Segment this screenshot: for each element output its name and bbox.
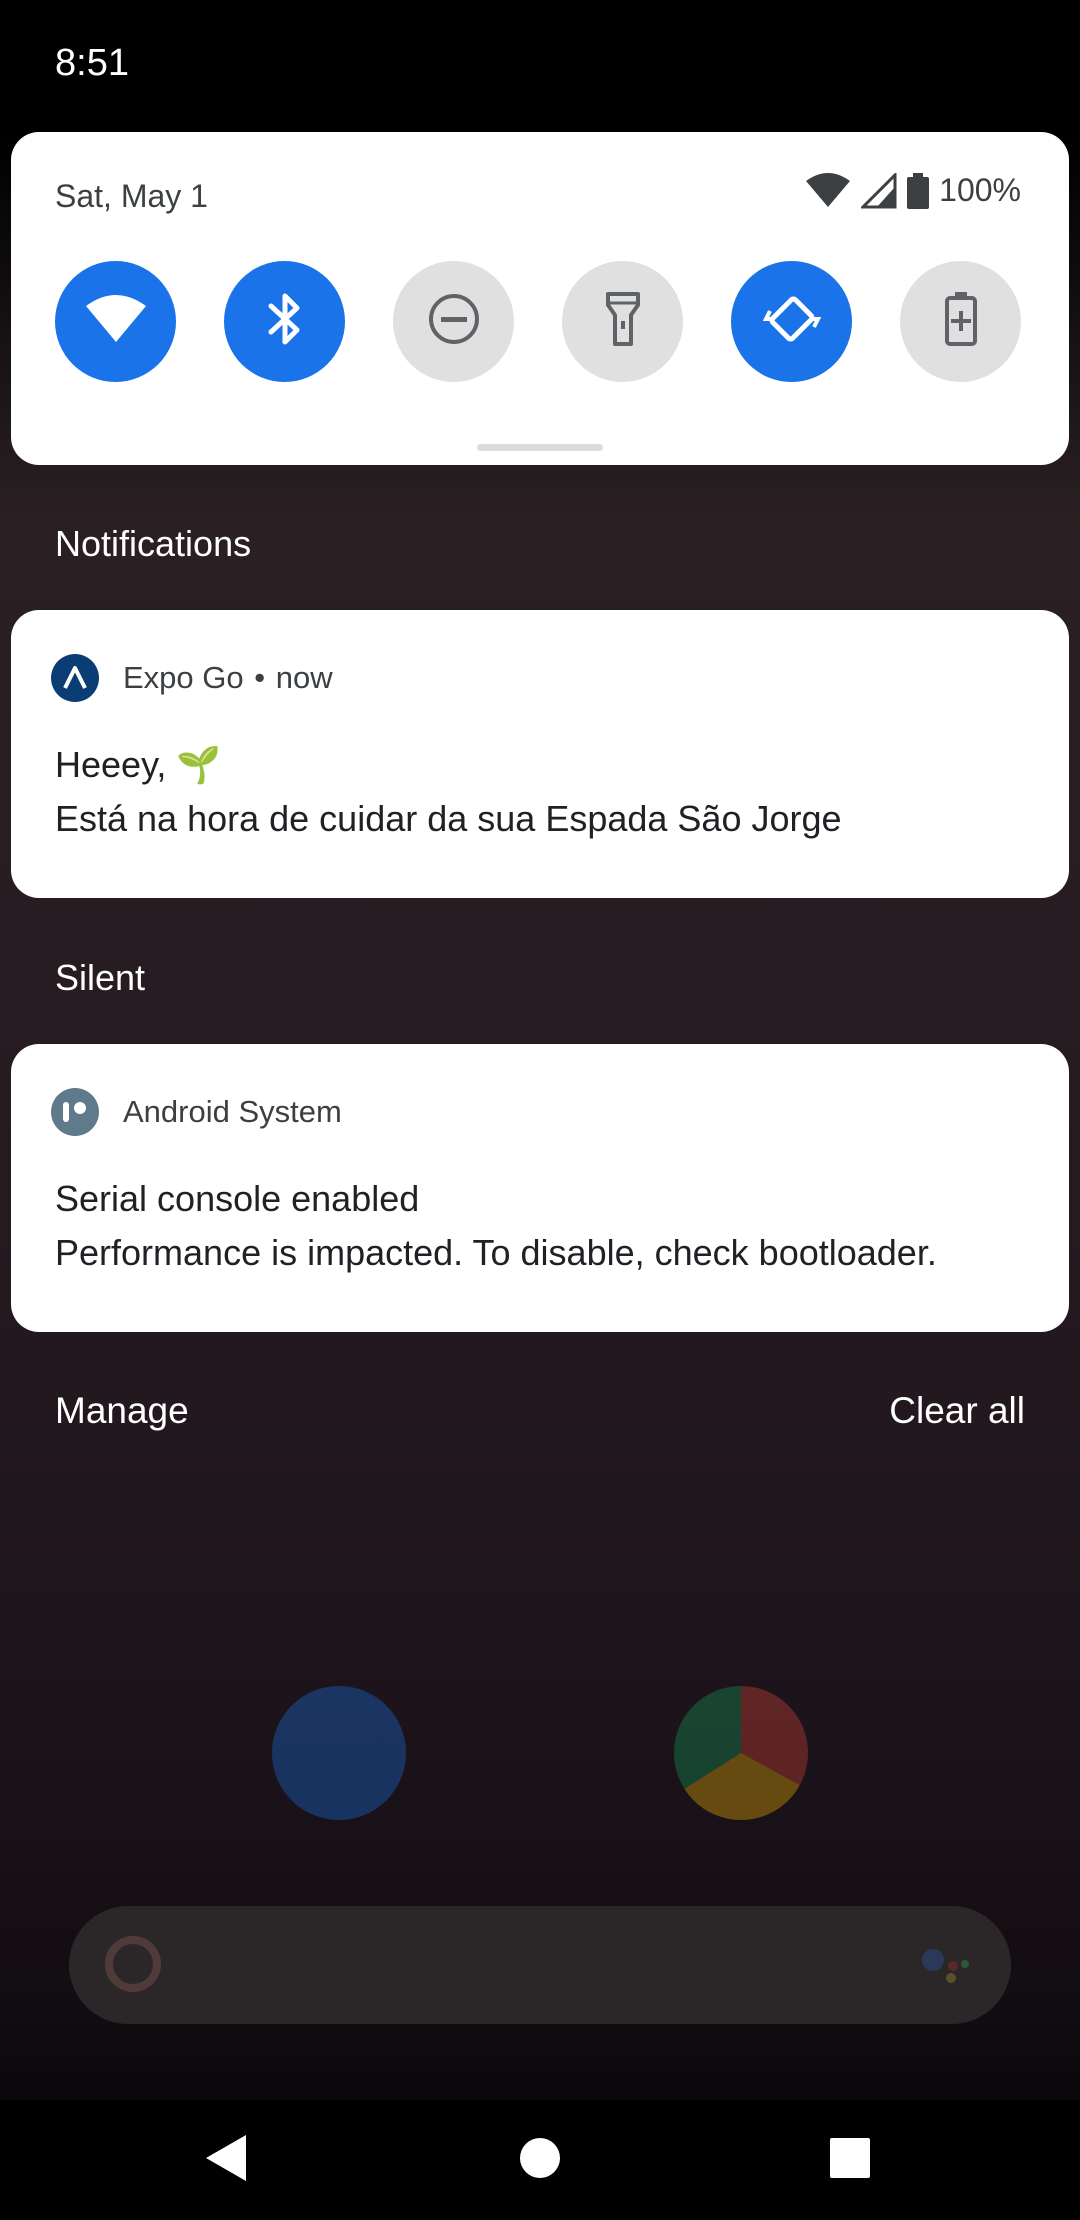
qs-date[interactable]: Sat, May 1 (55, 178, 208, 215)
dnd-tile[interactable] (393, 261, 514, 382)
notification-time: now (275, 660, 333, 695)
qs-tiles (55, 261, 1035, 383)
manage-button[interactable]: Manage (55, 1390, 189, 1432)
navigation-bar (0, 2100, 1080, 2220)
bluetooth-icon (265, 290, 305, 353)
notification-app-name: Expo Go (123, 660, 244, 695)
chrome-app-icon (674, 1686, 808, 1820)
notification-card-android-system[interactable]: Android System Serial console enabled Pe… (11, 1044, 1069, 1332)
battery-saver-icon (944, 291, 978, 352)
qs-status-icons: 100% (805, 172, 1021, 209)
silent-header: Silent (55, 957, 146, 998)
clear-all-button[interactable]: Clear all (889, 1390, 1025, 1432)
google-assistant-icon (921, 1946, 971, 1984)
flashlight-icon (605, 291, 641, 352)
wifi-icon (84, 294, 148, 349)
notification-separator: • (254, 660, 266, 695)
notifications-header: Notifications (55, 523, 252, 564)
google-logo-icon (105, 1936, 161, 1992)
status-time: 8:51 (55, 42, 129, 84)
notification-title: Serial console enabled (55, 1178, 420, 1219)
battery-icon (907, 172, 930, 209)
home-button[interactable] (480, 2100, 600, 2220)
recents-button[interactable] (790, 2100, 910, 2220)
google-search-bar (69, 1906, 1011, 2024)
notification-header: Android System (51, 1088, 342, 1136)
wifi-tile[interactable] (55, 261, 176, 382)
recents-icon (829, 2137, 871, 2184)
notification-text: Está na hora de cuidar da sua Espada São… (55, 798, 842, 839)
flashlight-tile[interactable] (562, 261, 683, 382)
cell-signal-icon (861, 172, 897, 209)
battery-percent: 100% (939, 172, 1021, 208)
do-not-disturb-icon (427, 292, 481, 351)
expo-go-app-icon (51, 654, 99, 702)
auto-rotate-icon (762, 289, 822, 354)
quick-settings-panel: Sat, May 1 100% (11, 132, 1069, 465)
notification-card-expo-go[interactable]: Expo Go • now Heeey, 🌱 Está na hora de c… (11, 610, 1069, 898)
bluetooth-tile[interactable] (224, 261, 345, 382)
home-icon (519, 2137, 561, 2184)
notification-title: Heeey, 🌱 (55, 744, 222, 785)
qs-drag-handle[interactable] (477, 444, 603, 451)
notification-app-name: Android System (123, 1094, 342, 1129)
wifi-signal-icon (805, 172, 851, 209)
back-icon (204, 2133, 248, 2188)
android-system-app-icon (51, 1088, 99, 1136)
messages-app-icon (272, 1686, 406, 1820)
auto-rotate-tile[interactable] (731, 261, 852, 382)
back-button[interactable] (166, 2100, 286, 2220)
battery-saver-tile[interactable] (900, 261, 1021, 382)
notification-text: Performance is impacted. To disable, che… (55, 1232, 937, 1273)
notification-header: Expo Go • now (51, 654, 333, 702)
